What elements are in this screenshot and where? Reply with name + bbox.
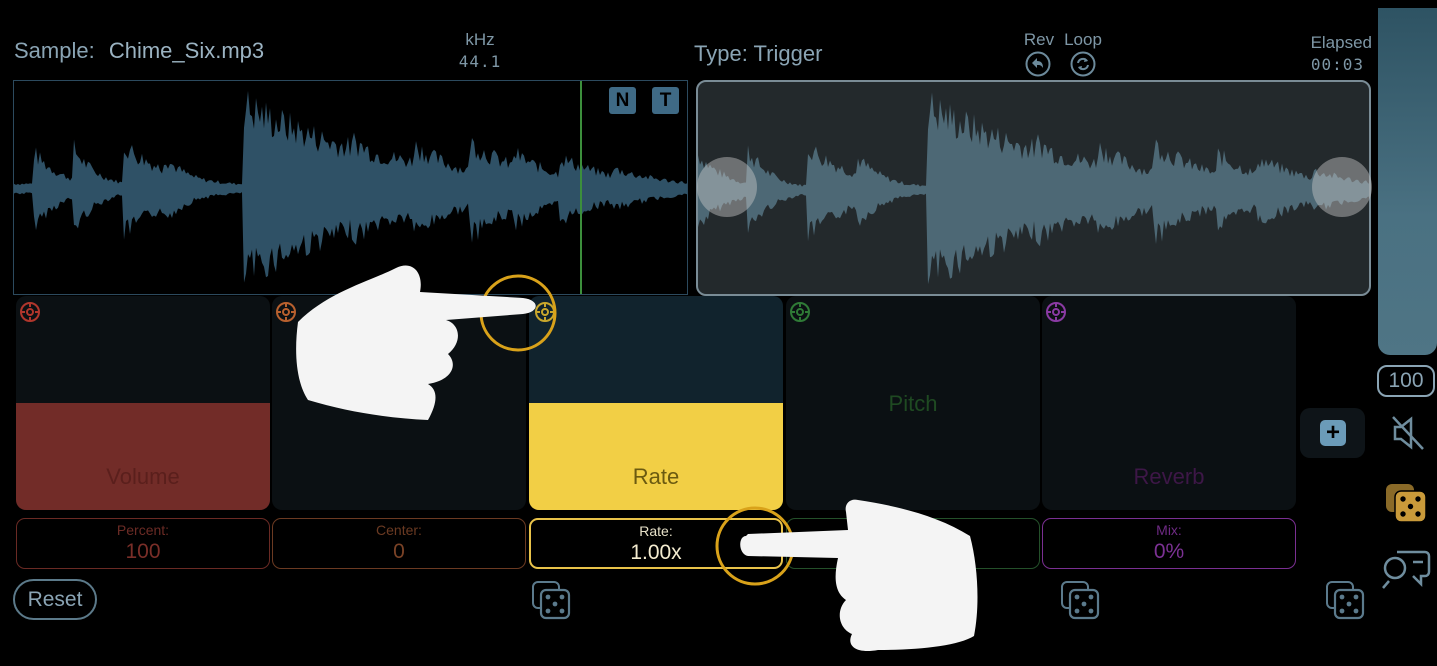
playhead-marker[interactable] (580, 81, 582, 294)
pan-value-title: Center: (376, 522, 422, 538)
waveform-right (698, 92, 1369, 285)
loop-icon[interactable] (1070, 51, 1096, 77)
elapsed-value: 00:03 (1310, 55, 1364, 74)
reverb-value-box[interactable]: Mix: 0% (1042, 518, 1296, 569)
volume-label: Volume (106, 464, 180, 489)
rev-icon[interactable] (1025, 51, 1051, 77)
rev-label: Rev (1023, 30, 1055, 49)
start-handle[interactable] (697, 157, 757, 217)
reset-button[interactable]: Reset (13, 579, 97, 620)
master-volume-slider[interactable] (1378, 8, 1437, 355)
n-button[interactable]: N (609, 87, 636, 114)
elapsed-label: Elapsed (1310, 33, 1372, 52)
loop-label: Loop (1064, 30, 1102, 49)
type-label[interactable]: Type: Trigger (694, 41, 822, 67)
end-handle[interactable] (1312, 157, 1372, 217)
pitch-gear-icon[interactable] (788, 300, 812, 324)
plus-icon: + (1320, 420, 1346, 446)
t-button[interactable]: T (652, 87, 679, 114)
all-randomize-dice-icon[interactable] (1325, 580, 1365, 620)
volume-card[interactable]: Volume (16, 296, 270, 510)
reverb-randomize-dice-icon[interactable] (1060, 580, 1100, 620)
add-effect-button[interactable]: + (1300, 408, 1365, 458)
volume-value: 100 (125, 540, 161, 563)
waveform-shape (14, 90, 687, 283)
chat-icon[interactable] (1381, 548, 1431, 590)
rate-randomize-dice-icon[interactable] (531, 580, 571, 620)
waveform-selection[interactable] (696, 80, 1371, 296)
reverb-gear-icon[interactable] (1044, 300, 1068, 324)
rate-card[interactable]: Rate (529, 296, 783, 510)
reverb-value-title: Mix: (1156, 522, 1182, 538)
rate-fill (529, 403, 783, 510)
sample-title: Sample: Chime_Six.mp3 (14, 38, 264, 64)
pointing-hand-icon-top (296, 265, 536, 420)
dice-icon[interactable] (1385, 483, 1429, 523)
pitch-label: Pitch (888, 391, 938, 416)
master-volume-value[interactable]: 100 (1377, 365, 1435, 397)
pan-value-box[interactable]: Center: 0 (272, 518, 526, 569)
khz-label: kHz (465, 30, 495, 49)
pointing-hand-icon-bottom (740, 499, 978, 652)
mute-icon[interactable] (1389, 413, 1427, 453)
waveform-shape (698, 92, 1369, 285)
volume-gear-icon[interactable] (18, 300, 42, 324)
volume-fill (16, 403, 270, 510)
sample-name[interactable]: Chime_Six.mp3 (109, 38, 264, 63)
khz-value: 44.1 (458, 52, 502, 71)
sample-label: Sample: (14, 38, 95, 63)
reverb-value: 0% (1153, 540, 1185, 563)
rate-label: Rate (632, 464, 680, 489)
reverb-label: Reverb (1133, 464, 1205, 489)
pan-value: 0 (393, 540, 405, 563)
pitch-card[interactable]: Pitch (786, 296, 1040, 510)
volume-value-title: Percent: (116, 522, 170, 538)
reverb-card[interactable]: Reverb (1042, 296, 1296, 510)
volume-value-box[interactable]: Percent: 100 (16, 518, 270, 569)
